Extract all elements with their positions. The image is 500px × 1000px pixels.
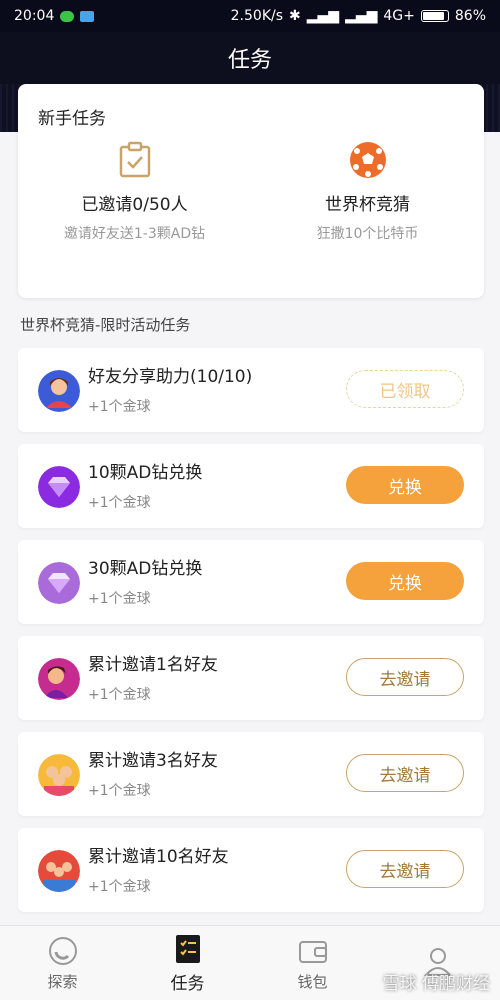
signal-icon: ▂▄▆ bbox=[306, 8, 340, 24]
task-reward: +1个金球 bbox=[88, 879, 151, 895]
invite-progress-item[interactable]: 已邀请0/50人 邀请好友送1-3颗AD钻 bbox=[18, 140, 251, 243]
mail-icon bbox=[80, 10, 95, 22]
task-name: 累计邀请10名好友 bbox=[88, 847, 229, 867]
task-row: 累计邀请10名好友 +1个金球 去邀请 bbox=[18, 828, 484, 912]
newbie-task-card: 新手任务 已邀请0/50人 邀请好友送1-3颗AD钻 世界杯竞猜 狂撒10个比特… bbox=[18, 84, 484, 298]
invite-progress-text: 已邀请0/50人 bbox=[81, 195, 188, 215]
soccer-ball-icon bbox=[349, 142, 386, 178]
task-name: 10颗AD钻兑换 bbox=[88, 463, 203, 483]
clipboard-check-icon bbox=[119, 141, 150, 178]
task-reward: +1个金球 bbox=[88, 591, 151, 607]
task-name: 累计邀请3名好友 bbox=[88, 751, 218, 771]
battery-icon bbox=[420, 10, 449, 22]
task-row: 累计邀请1名好友 +1个金球 去邀请 bbox=[18, 636, 484, 720]
status-time: 20:04 bbox=[14, 8, 55, 24]
exchange-button[interactable]: 兑换 bbox=[346, 466, 464, 504]
tab-explore[interactable]: 探索 bbox=[0, 926, 125, 1000]
task-row: 30颗AD钻兑换 +1个金球 兑换 bbox=[18, 540, 484, 624]
network-speed: 2.50K/s bbox=[230, 8, 284, 24]
newbie-heading: 新手任务 bbox=[38, 109, 106, 129]
tab-label: 钱包 bbox=[297, 972, 328, 991]
task-row: 累计邀请3名好友 +1个金球 去邀请 bbox=[18, 732, 484, 816]
tab-label: 探索 bbox=[47, 972, 78, 991]
task-name: 累计邀请1名好友 bbox=[88, 655, 218, 675]
tab-wallet[interactable]: 钱包 bbox=[250, 926, 375, 1000]
signal-icon-2: ▂▄▆ bbox=[345, 8, 378, 24]
wechat-icon bbox=[60, 10, 75, 22]
tab-tasks[interactable]: 任务 bbox=[125, 926, 250, 1000]
worldcup-guess-sub: 狂撒10个比特币 bbox=[316, 226, 419, 242]
task-reward: +1个金球 bbox=[88, 399, 151, 415]
task-avatar bbox=[38, 850, 80, 892]
task-reward: +1个金球 bbox=[88, 687, 151, 703]
tab-label: 任务 bbox=[170, 973, 205, 994]
section-title: 世界杯竞猜-限时活动任务 bbox=[20, 316, 191, 334]
task-avatar bbox=[38, 466, 80, 508]
task-reward: +1个金球 bbox=[88, 783, 151, 799]
exchange-button[interactable]: 兑换 bbox=[346, 562, 464, 600]
task-name: 好友分享助力(10/10) bbox=[88, 367, 253, 387]
worldcup-guess-item[interactable]: 世界杯竞猜 狂撒10个比特币 bbox=[251, 140, 484, 243]
task-avatar bbox=[38, 370, 80, 412]
task-row: 好友分享助力(10/10) +1个金球 已领取 bbox=[18, 348, 484, 432]
task-list-icon bbox=[175, 934, 200, 963]
watermark: 雪球 傅鹏财经 bbox=[382, 974, 490, 994]
worldcup-guess-text: 世界杯竞猜 bbox=[325, 195, 410, 215]
bluetooth-icon: ✱ bbox=[289, 8, 301, 24]
explore-icon bbox=[48, 936, 77, 965]
task-reward: +1个金球 bbox=[88, 495, 151, 511]
task-avatar bbox=[38, 562, 80, 604]
page-title: 任务 bbox=[227, 48, 272, 73]
invite-button[interactable]: 去邀请 bbox=[346, 754, 464, 792]
invite-progress-sub: 邀请好友送1-3颗AD钻 bbox=[63, 226, 206, 242]
task-avatar bbox=[38, 754, 80, 796]
invite-button[interactable]: 去邀请 bbox=[346, 850, 464, 888]
task-avatar bbox=[38, 658, 80, 700]
wallet-icon bbox=[298, 940, 327, 963]
task-row: 10颗AD钻兑换 +1个金球 兑换 bbox=[18, 444, 484, 528]
invite-button[interactable]: 去邀请 bbox=[346, 658, 464, 696]
status-bar: 20:04 2.50K/s ✱ ▂▄▆ ▂▄▆ 4G+ 86% bbox=[0, 0, 500, 32]
claimed-button[interactable]: 已领取 bbox=[346, 370, 464, 408]
battery-percent: 86% bbox=[454, 8, 486, 24]
network-type: 4G+ bbox=[383, 8, 415, 24]
task-name: 30颗AD钻兑换 bbox=[88, 559, 203, 579]
